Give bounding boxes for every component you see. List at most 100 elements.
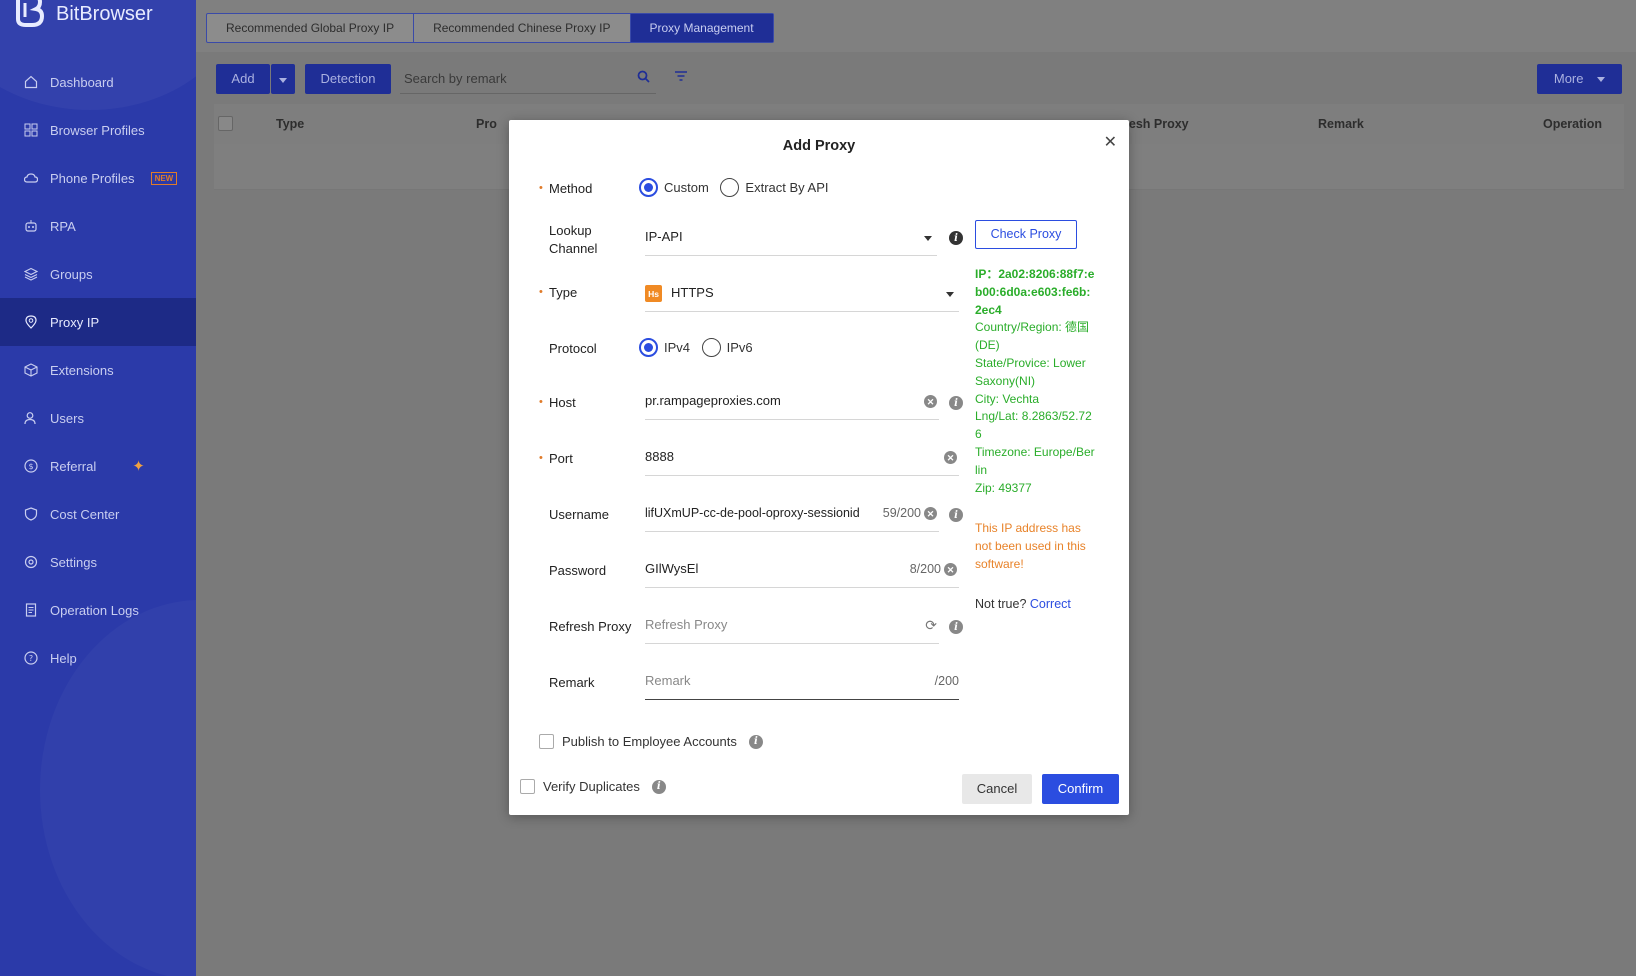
- tab-recommended-chinese[interactable]: Recommended Chinese Proxy IP: [414, 14, 631, 42]
- location-pin-icon: [24, 315, 38, 329]
- search-icon[interactable]: [637, 64, 650, 94]
- label-line: Channel: [549, 241, 598, 256]
- password-label: Password: [549, 563, 607, 578]
- method-extract-api-radio[interactable]: Extract By API: [720, 178, 829, 197]
- ip-unused-warning: This IP address has not been used in thi…: [975, 521, 1086, 571]
- username-input[interactable]: lifUXmUP-cc-de-pool-oproxy-sessionid 59/…: [645, 498, 939, 532]
- host-input[interactable]: pr.rampageproxies.com ✕: [645, 386, 939, 420]
- home-icon: [24, 75, 38, 89]
- search-placeholder: Search by remark: [404, 71, 507, 86]
- lng-lat: Lng/Lat: 8.2863/52.726: [975, 409, 1092, 442]
- sidebar-item-label: Users: [50, 410, 84, 426]
- refresh-proxy-input[interactable]: Refresh Proxy ⟳: [645, 610, 939, 644]
- char-count: 8/200: [909, 562, 941, 576]
- input-value: GIlWysEl: [645, 561, 699, 576]
- sidebar-item-label: Operation Logs: [50, 602, 139, 618]
- column-header-operation: Operation: [1543, 117, 1603, 131]
- sidebar-item-phone-profiles[interactable]: Phone Profiles NEW: [0, 154, 196, 202]
- verify-duplicates-checkbox[interactable]: [520, 779, 535, 794]
- lookup-channel-select[interactable]: IP-API: [645, 222, 937, 256]
- cloud-phone-icon: [24, 171, 38, 185]
- sidebar-item-referral[interactable]: $ Referral ✦: [0, 442, 196, 490]
- cancel-button[interactable]: Cancel: [962, 774, 1032, 804]
- add-button[interactable]: Add: [216, 64, 270, 94]
- publish-checkbox[interactable]: [539, 734, 554, 749]
- info-icon[interactable]: i: [949, 508, 963, 522]
- sidebar-item-settings[interactable]: Settings: [0, 538, 196, 586]
- document-icon: [24, 603, 38, 617]
- port-input[interactable]: 8888 ✕: [645, 442, 959, 476]
- required-marker: •: [539, 286, 543, 298]
- sidebar-item-cost-center[interactable]: Cost Center: [0, 490, 196, 538]
- sidebar-item-groups[interactable]: Groups: [0, 250, 196, 298]
- sidebar-item-users[interactable]: Users: [0, 394, 196, 442]
- clear-icon[interactable]: ✕: [924, 507, 937, 520]
- confirm-button[interactable]: Confirm: [1042, 774, 1119, 804]
- clear-icon[interactable]: ✕: [924, 395, 937, 408]
- correct-link[interactable]: Correct: [1030, 597, 1071, 611]
- radio-empty-icon: [701, 338, 721, 357]
- clear-icon[interactable]: ✕: [944, 563, 957, 576]
- column-header-proxy: Pro: [476, 117, 497, 131]
- filter-icon[interactable]: [674, 70, 688, 85]
- column-header-remark: Remark: [1318, 117, 1364, 131]
- more-button[interactable]: More: [1537, 64, 1622, 94]
- city: City: Vechta: [975, 391, 1040, 406]
- info-icon[interactable]: i: [949, 396, 963, 410]
- selected-value: IP-API: [645, 229, 683, 244]
- radio-label: IPv6: [726, 340, 753, 355]
- dollar-icon: $: [24, 459, 38, 473]
- radio-selected-icon: [639, 338, 658, 357]
- host-label: Host: [549, 395, 576, 410]
- radio-empty-icon: [720, 178, 740, 197]
- help-icon: ?: [24, 651, 38, 665]
- shield-icon: [24, 507, 38, 521]
- info-icon[interactable]: i: [949, 620, 963, 634]
- sidebar-nav: Dashboard Browser Profiles Phone Profile…: [0, 58, 196, 682]
- select-all-checkbox[interactable]: [218, 116, 233, 131]
- sidebar-item-label: Cost Center: [50, 506, 120, 522]
- sidebar-item-rpa[interactable]: RPA: [0, 202, 196, 250]
- method-custom-radio[interactable]: Custom: [639, 178, 709, 197]
- username-label: Username: [549, 507, 609, 522]
- check-proxy-button[interactable]: Check Proxy: [975, 220, 1077, 249]
- add-dropdown-button[interactable]: [271, 64, 295, 94]
- publish-option: Publish to Employee Accounts i: [539, 734, 763, 749]
- clear-icon[interactable]: ✕: [944, 451, 957, 464]
- bitbrowser-logo-icon: [12, 0, 46, 29]
- new-badge: NEW: [150, 171, 178, 185]
- info-icon[interactable]: i: [949, 231, 963, 245]
- detection-button[interactable]: Detection: [305, 64, 391, 94]
- input-value: pr.rampageproxies.com: [645, 393, 781, 408]
- sidebar-item-help[interactable]: ? Help: [0, 634, 196, 682]
- chevron-down-icon: [924, 236, 932, 241]
- type-select[interactable]: Hs HTTPS: [645, 278, 959, 312]
- tab-recommended-global[interactable]: Recommended Global Proxy IP: [207, 14, 415, 42]
- sidebar-item-extensions[interactable]: Extensions: [0, 346, 196, 394]
- password-input[interactable]: GIlWysEl 8/200 ✕: [645, 554, 959, 588]
- sidebar-item-dashboard[interactable]: Dashboard: [0, 58, 196, 106]
- app-name: BitBrowser: [56, 2, 153, 25]
- sidebar-item-browser-profiles[interactable]: Browser Profiles: [0, 106, 196, 154]
- sidebar-item-label: Help: [50, 650, 77, 666]
- sidebar-item-label: Extensions: [50, 362, 114, 378]
- protocol-label: Protocol: [549, 341, 597, 356]
- sparkle-icon: ✦: [132, 458, 145, 475]
- sidebar-item-label: Dashboard: [50, 74, 114, 90]
- tab-proxy-management[interactable]: Proxy Management: [630, 14, 773, 42]
- robot-icon: [24, 219, 38, 233]
- protocol-ipv4-radio[interactable]: IPv4: [639, 338, 690, 357]
- info-icon[interactable]: i: [748, 734, 763, 749]
- char-count: 59/200: [878, 498, 921, 528]
- remark-input[interactable]: Remark /200: [645, 666, 959, 700]
- radio-label: Extract By API: [745, 180, 829, 195]
- type-label: Type: [549, 285, 578, 300]
- protocol-ipv6-radio[interactable]: IPv6: [701, 338, 753, 357]
- refresh-icon[interactable]: ⟳: [925, 610, 937, 640]
- sidebar-item-operation-logs[interactable]: Operation Logs: [0, 586, 196, 634]
- sidebar-item-proxy-ip[interactable]: Proxy IP: [0, 298, 196, 346]
- close-icon[interactable]: ✕: [1104, 132, 1117, 152]
- info-icon[interactable]: i: [651, 779, 666, 794]
- search-input[interactable]: Search by remark: [400, 64, 656, 94]
- sidebar-item-label: Referral: [50, 458, 97, 474]
